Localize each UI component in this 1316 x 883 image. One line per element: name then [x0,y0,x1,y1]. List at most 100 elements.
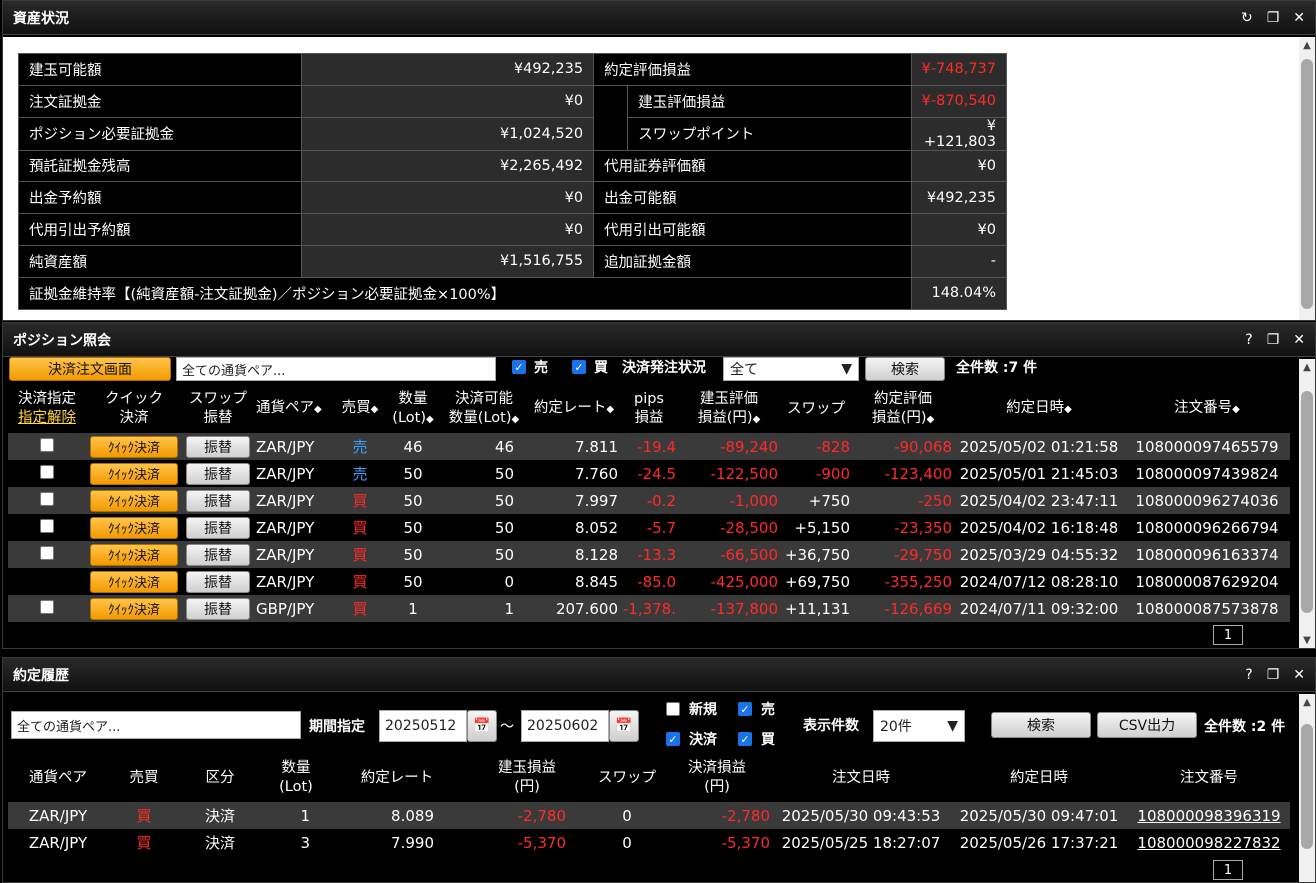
rate-cell: 8.845 [528,568,620,595]
position-scrollbar[interactable]: ▲ ▼ [1299,359,1315,648]
settle-status-select[interactable]: 全て ▼ [723,357,859,381]
asset-label: 注文証拠金 [17,84,303,118]
settle-checkbox[interactable]: ✓ [666,732,680,746]
quick-settle-button[interactable]: ｸｲｯｸ決済 [90,435,178,458]
col-side[interactable]: 売買◆ [334,385,386,433]
restore-icon[interactable]: ❐ [1267,332,1280,348]
asset-body: 建玉可能額 ¥492,235 約定評価損益 ¥-748,737 注文証拠金 ¥0 建玉評価損… [3,37,1299,320]
col-swap: スワップ [780,385,852,433]
scroll-up-icon[interactable]: ▲ [1299,694,1315,710]
close-icon[interactable]: ✕ [1293,10,1305,26]
quick-settle-button[interactable]: ｸｲｯｸ決済 [90,516,178,539]
history-pair-filter-input[interactable]: 全ての通貨ペア... [11,711,301,739]
col-avail[interactable]: 決済可能 数量(Lot)◆ [440,385,528,433]
history-buy-checkbox[interactable]: ✓ [738,732,752,746]
close-icon[interactable]: ✕ [1293,667,1305,683]
asset-label: 純資産額 [17,244,303,278]
settle-order-screen-button[interactable]: 決済注文画面 [9,357,171,381]
sell-checkbox[interactable]: ✓ [512,360,526,374]
col-qty[interactable]: 数量 (Lot)◆ [386,385,440,433]
history-panel-header: 約定履歴 ? ❐ ✕ [3,658,1315,692]
csv-export-button[interactable]: CSV出力 [1097,712,1197,738]
order-number-link[interactable]: 108000098227832 [1137,834,1280,852]
unselect-link[interactable]: 指定解除 [10,409,84,428]
new-checkbox[interactable] [666,702,680,716]
pair-cell: ZAR/JPY [8,829,108,856]
display-count-select[interactable]: 20件 ▼ [873,710,965,742]
h-col-pair: 通貨ペア [8,754,108,802]
scroll-down-icon[interactable]: ▼ [1299,632,1315,648]
quick-settle-button[interactable]: ｸｲｯｸ決済 [90,570,178,593]
swap-transfer-button[interactable]: 振替 [186,462,250,485]
settle-status-label: 決済発注状況 [622,360,706,376]
col-exec[interactable]: 約定評価 損益(円)◆ [852,385,954,433]
swap-transfer-cell: 振替 [182,460,254,487]
row-checkbox[interactable] [40,518,54,533]
history-sell-checkbox[interactable]: ✓ [738,702,752,716]
col-eval[interactable]: 建玉評価 損益(円)◆ [678,385,780,433]
help-icon[interactable]: ? [1245,667,1252,683]
row-checkbox[interactable] [40,599,54,614]
qty-cell: 50 [386,460,440,487]
pair-cell: ZAR/JPY [254,433,334,460]
asset-value: ¥2,265,492 [301,149,595,183]
asset-label: 建玉評価損益 [627,84,912,118]
calendar-icon[interactable]: 📅 [609,710,639,742]
asset-row: 建玉可能額 ¥492,235 約定評価損益 ¥-748,737 [17,53,1008,86]
swap-transfer-button[interactable]: 振替 [186,489,250,512]
calendar-icon[interactable]: 📅 [467,710,497,742]
date-from-input[interactable]: 20250512 [379,710,467,742]
col-pips-label1: pips [634,391,664,407]
restore-icon[interactable]: ❐ [1267,10,1280,26]
quick-settle-button[interactable]: ｸｲｯｸ決済 [90,597,178,620]
quick-settle-button[interactable]: ｸｲｯｸ決済 [90,462,178,485]
scroll-thumb[interactable] [1301,59,1313,309]
col-rate[interactable]: 約定レート◆ [528,385,620,433]
asset-row: 純資産額 ¥1,516,755 追加証拠金額 - [17,244,1008,278]
position-pl-cell: -5,370 [462,829,592,856]
scroll-thumb[interactable] [1301,391,1313,613]
quick-settle-button[interactable]: ｸｲｯｸ決済 [90,543,178,566]
avail-qty-cell: 46 [440,433,528,460]
swap-transfer-button[interactable]: 振替 [186,570,250,593]
swap-transfer-button[interactable]: 振替 [186,543,250,566]
settle-pl-cell: -5,370 [662,829,772,856]
row-checkbox[interactable] [40,437,54,452]
buy-checkbox[interactable]: ✓ [572,360,586,374]
exec-date-cell: 2025/04/02 23:47:11 [954,487,1124,514]
row-checkbox[interactable] [40,464,54,479]
asset-label: 代用証券評価額 [593,149,912,183]
pair-filter-input[interactable]: 全ての通貨ペア... [176,357,496,381]
col-date[interactable]: 約定日時◆ [954,385,1124,433]
col-order[interactable]: 注文番号◆ [1124,385,1290,433]
row-checkbox[interactable] [40,491,54,506]
date-to-input[interactable]: 20250602 [521,710,609,742]
history-page-1[interactable]: 1 [1213,860,1243,880]
scroll-up-icon[interactable]: ▲ [1299,359,1315,375]
quick-settle-button[interactable]: ｸｲｯｸ決済 [90,489,178,512]
history-scrollbar[interactable]: ▲ [1299,694,1315,882]
help-icon[interactable]: ? [1245,332,1252,348]
rate-cell: 7.997 [528,487,620,514]
exec-date-cell: 2025/05/02 01:21:58 [954,433,1124,460]
position-page-1[interactable]: 1 [1213,625,1243,645]
exec-pl-cell: -355,250 [852,568,954,595]
refresh-icon[interactable]: ↻ [1241,10,1253,26]
swap-transfer-button[interactable]: 振替 [186,435,250,458]
swap-transfer-button[interactable]: 振替 [186,516,250,539]
pips-cell: -1,378. [620,595,678,622]
scroll-thumb[interactable] [1301,724,1313,849]
order-number-link[interactable]: 108000098396319 [1137,807,1280,825]
row-checkbox[interactable] [40,545,54,560]
asset-value: ¥-870,540 [910,84,1008,118]
col-pair[interactable]: 通貨ペア◆ [254,385,334,433]
scroll-up-icon[interactable]: ▲ [1299,37,1315,53]
asset-scrollbar[interactable]: ▲ [1299,37,1315,320]
asset-value: ¥0 [301,181,595,215]
rate-cell: 7.760 [528,460,620,487]
close-icon[interactable]: ✕ [1293,332,1305,348]
restore-icon[interactable]: ❐ [1267,667,1280,683]
swap-transfer-button[interactable]: 振替 [186,597,250,620]
history-search-button[interactable]: 検索 [991,712,1091,738]
position-search-button[interactable]: 検索 [865,357,945,381]
